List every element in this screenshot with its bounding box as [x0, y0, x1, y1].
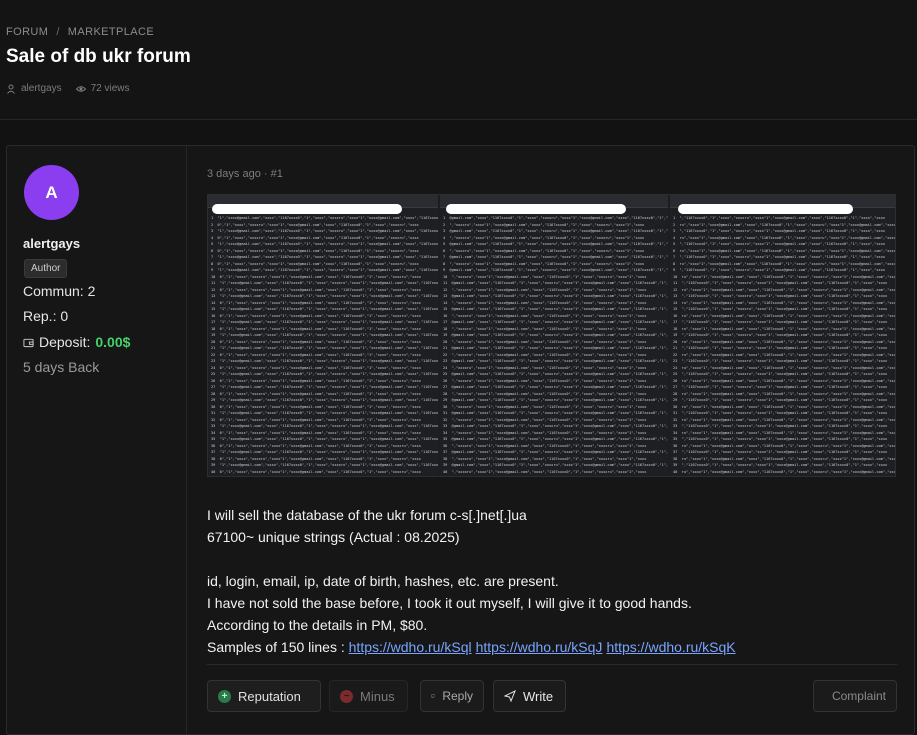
post-actions: + Reputation − Minus Reply Write Complai… — [207, 680, 897, 712]
breadcrumb-marketplace[interactable]: MARKETPLACE — [68, 26, 154, 38]
breadcrumb-separator: / — [56, 26, 60, 38]
minus-button[interactable]: − Minus — [329, 680, 408, 712]
thread-author: alertgays — [6, 83, 62, 94]
sample-link[interactable]: https://wdho.ru/kSqJ — [476, 639, 603, 655]
breadcrumb: FORUM / MARKETPLACE — [6, 26, 154, 38]
screenshot-pane-sessions: 1 @gmail.com","xxxx","1167xxxx0","1","xx… — [440, 195, 668, 476]
breadcrumb-forum[interactable]: FORUM — [6, 26, 48, 38]
post-line: According to the details in PM, $80. — [207, 617, 428, 633]
post-author-sidebar: A alertgays Author Commun: 2 Rep.: 0 Dep… — [7, 146, 187, 734]
code-lines: 1 @gmail.com","xxxx","1167xxxx0","1","xx… — [443, 216, 668, 474]
post-content: 3 days ago · #1 1 "1","xxxx@gmail.com","… — [207, 146, 897, 734]
minus-icon: − — [340, 689, 353, 703]
thread-author-name[interactable]: alertgays — [21, 83, 62, 94]
role-badge: Author — [24, 259, 68, 278]
samples-label: Samples of 150 lines : — [207, 639, 345, 655]
reputation-button[interactable]: + Reputation — [207, 680, 321, 712]
write-label: Write — [523, 688, 554, 704]
redaction-bar — [678, 204, 853, 214]
deposit-stat: Deposit: 0.00$ — [23, 334, 130, 350]
post-line: I have not sold the base before, I took … — [207, 595, 692, 611]
wallet-icon — [23, 338, 34, 347]
complaint-button[interactable]: Complaint — [813, 680, 897, 712]
post-line: I will sell the database of the ukr foru… — [207, 507, 527, 523]
reply-label: Reply — [442, 689, 473, 703]
page-title: Sale of db ukr forum — [6, 46, 191, 67]
user-icon — [7, 84, 15, 94]
screenshot-pane-members: 1 "1","xxxx@gmail.com","xxxx","1167xxxx0… — [208, 195, 438, 476]
post-screenshot[interactable]: 1 "1","xxxx@gmail.com","xxxx","1167xxxx0… — [207, 194, 896, 477]
send-icon — [504, 690, 516, 702]
post-body: I will sell the database of the ukr foru… — [207, 504, 897, 658]
reply-button[interactable]: Reply — [420, 680, 484, 712]
plus-icon: + — [218, 689, 231, 703]
thread-views-count: 72 views — [90, 83, 130, 94]
minus-label: Minus — [360, 688, 395, 704]
reply-icon — [431, 694, 436, 699]
avatar-letter: A — [45, 182, 58, 202]
post-line: 67100~ unique strings (Actual : 08.2025) — [207, 529, 460, 545]
post-line: id, login, email, ip, date of birth, has… — [207, 573, 559, 589]
reputation-label: Reputation — [238, 688, 301, 704]
divider — [207, 664, 897, 665]
community-stat: Commun: 2 — [23, 283, 96, 299]
eye-icon — [75, 85, 86, 92]
thread-header: FORUM / MARKETPLACE Sale of db ukr forum… — [0, 0, 917, 120]
code-lines: 1 ","1167xxxx0","1","xxxx","xxxxru","xxx… — [673, 216, 896, 474]
reputation-stat: Rep.: 0 — [23, 308, 69, 324]
post-date[interactable]: 3 days ago · #1 — [207, 168, 283, 180]
redaction-bar — [446, 204, 626, 214]
write-button[interactable]: Write — [493, 680, 566, 712]
screenshot-pane-hash: 1 ","1167xxxx0","1","xxxx","xxxxru","xxx… — [670, 195, 896, 476]
post-card: A alertgays Author Commun: 2 Rep.: 0 Dep… — [6, 145, 915, 735]
last-seen: 5 days Back — [23, 359, 100, 375]
samples-line: Samples of 150 lines : https://wdho.ru/k… — [207, 636, 897, 658]
thread-meta: alertgays 72 views — [6, 83, 129, 94]
complaint-label: Complaint — [831, 689, 886, 703]
avatar[interactable]: A — [24, 165, 79, 220]
redaction-bar — [212, 204, 402, 214]
block-icon — [824, 695, 825, 697]
sample-link[interactable]: https://wdho.ru/kSql — [349, 639, 472, 655]
deposit-amount: 0.00$ — [95, 334, 131, 350]
thread-views: 72 views — [75, 83, 130, 94]
sample-link[interactable]: https://wdho.ru/kSqK — [606, 639, 735, 655]
username[interactable]: alertgays — [23, 236, 80, 251]
code-lines: 1 "1","xxxx@gmail.com","xxxx","1167xxxx0… — [211, 216, 438, 474]
deposit-label: Deposit: — [39, 334, 91, 350]
